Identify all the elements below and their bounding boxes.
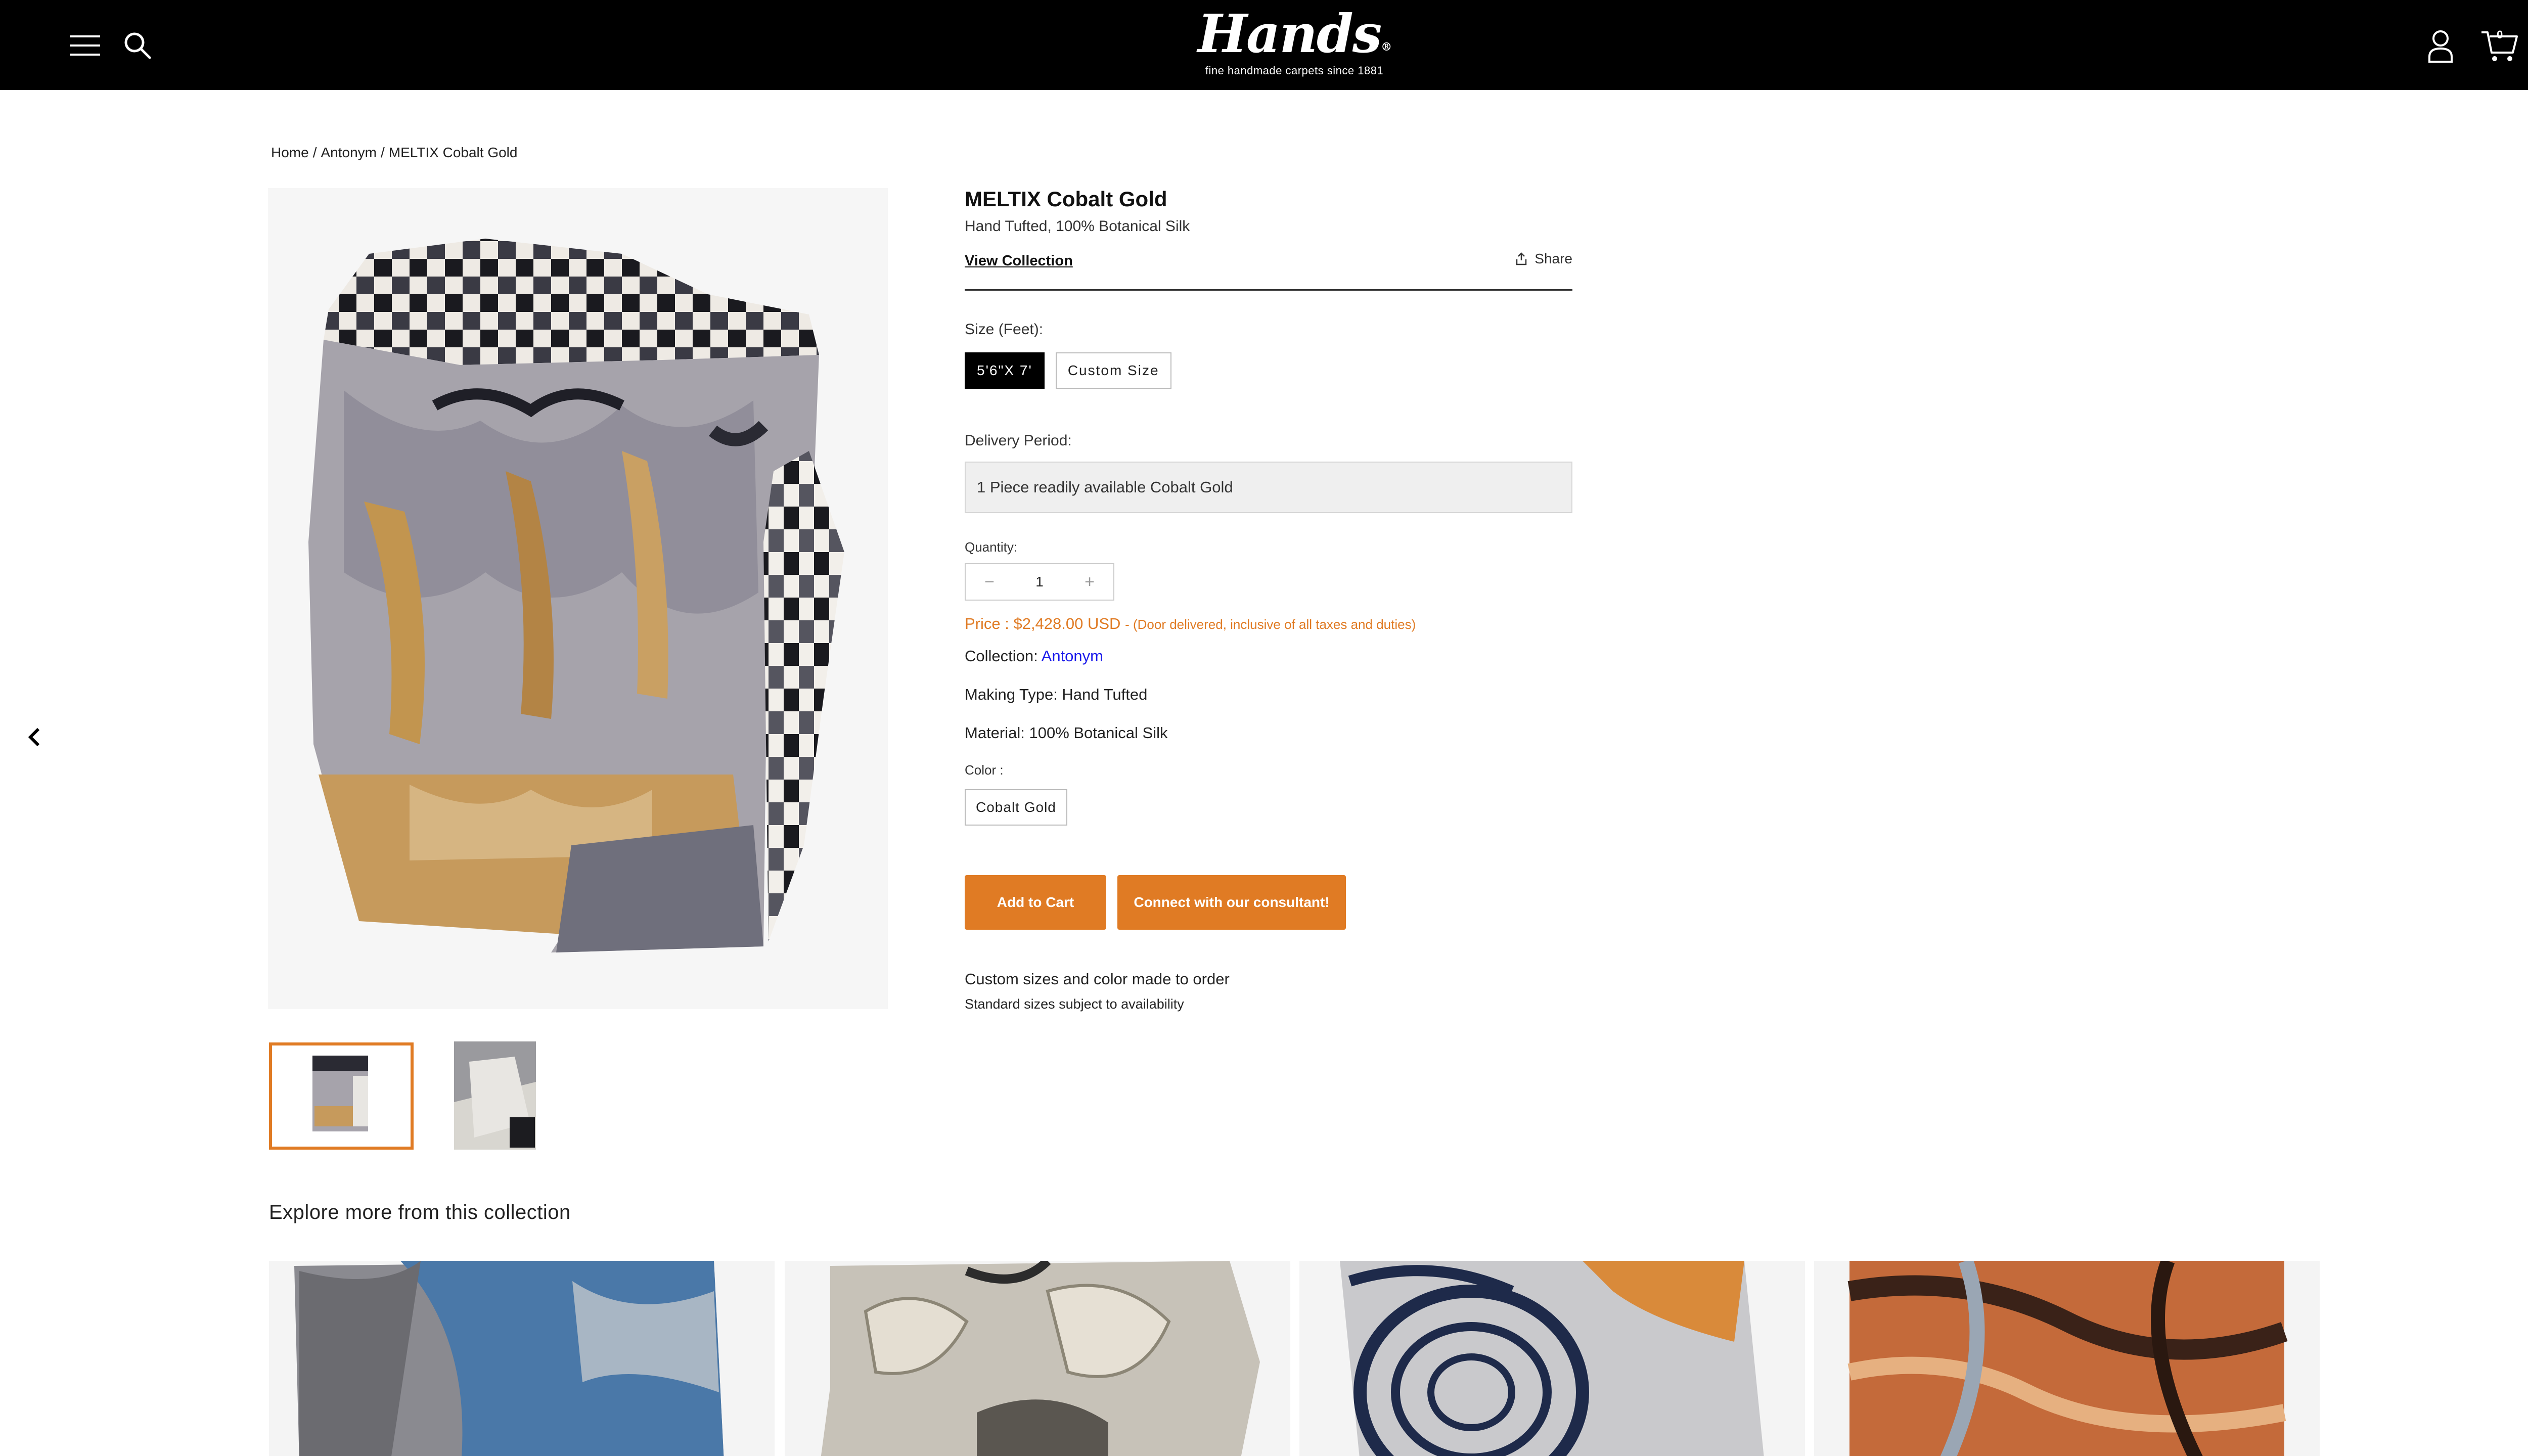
product-info: MELTIX Cobalt Gold Hand Tufted, 100% Bot… <box>965 185 1572 1012</box>
rug-image <box>1814 1261 2320 1456</box>
color-label: Color : <box>965 762 1004 778</box>
rug-image <box>1299 1261 1805 1456</box>
search-button[interactable] <box>117 25 158 66</box>
quantity-increase-button[interactable]: + <box>1066 564 1113 600</box>
collection-product-card[interactable] <box>269 1261 775 1456</box>
share-button[interactable]: Share <box>1515 251 1572 267</box>
registered-mark: ® <box>1381 40 1392 54</box>
collection-link[interactable]: Antonym <box>1042 647 1103 665</box>
delivery-period-select[interactable]: 1 Piece readily available Cobalt Gold <box>965 462 1572 513</box>
explore-heading: Explore more from this collection <box>269 1201 571 1223</box>
size-option-custom[interactable]: Custom Size <box>1055 352 1171 389</box>
site-header: Hands® fine handmade carpets since 1881 … <box>0 0 2528 90</box>
account-icon <box>2428 30 2453 63</box>
search-icon <box>124 32 151 59</box>
breadcrumb-separator: / <box>312 145 317 160</box>
cart-button[interactable]: 0 <box>2476 23 2522 69</box>
brand-tagline: fine handmade carpets since 1881 <box>1205 64 1384 77</box>
thumbnail-2[interactable] <box>454 1041 536 1150</box>
menu-button[interactable] <box>65 25 105 66</box>
share-icon <box>1516 252 1527 265</box>
thumbnail-1[interactable] <box>269 1042 414 1150</box>
quantity-label: Quantity: <box>965 539 1018 555</box>
price-note: - (Door delivered, inclusive of all taxe… <box>1125 617 1416 632</box>
quantity-input[interactable] <box>1013 564 1066 600</box>
collection-share-row: View Collection Share <box>965 247 1572 277</box>
making-type: Making Type: Hand Tufted <box>965 686 1148 703</box>
product-subtitle: Hand Tufted, 100% Botanical Silk <box>965 218 1190 235</box>
brand-name: Hands <box>1197 3 1382 65</box>
availability-note: Standard sizes subject to availability <box>965 996 1184 1012</box>
view-collection-link[interactable]: View Collection <box>965 253 1073 269</box>
size-option-standard[interactable]: 5'6"X 7' <box>965 352 1045 389</box>
rug-image <box>269 1261 775 1456</box>
rug-image <box>268 188 888 1009</box>
menu-icon <box>70 35 100 56</box>
collection-product-card[interactable] <box>785 1261 1290 1456</box>
breadcrumb: Home / Antonym / MELTIX Cobalt Gold <box>271 145 517 161</box>
add-to-cart-button[interactable]: Add to Cart <box>965 875 1106 930</box>
breadcrumb-home[interactable]: Home <box>271 145 309 160</box>
rug-image <box>785 1261 1290 1456</box>
collection-product-card[interactable] <box>1299 1261 1805 1456</box>
size-label: Size (Feet): <box>965 321 1044 338</box>
product-title: MELTIX Cobalt Gold <box>965 187 1167 211</box>
action-buttons: Add to Cart Connect with our consultant! <box>965 875 1572 930</box>
custom-order-note: Custom sizes and color made to order <box>965 970 1230 988</box>
quantity-decrease-button[interactable]: − <box>966 564 1013 600</box>
brand-logo[interactable]: Hands® fine handmade carpets since 1881 <box>1163 4 1426 85</box>
quantity-stepper: − + <box>965 563 1114 601</box>
share-label: Share <box>1534 251 1572 266</box>
color-option[interactable]: Cobalt Gold <box>965 789 1067 826</box>
collection-row: Collection: Antonym <box>965 647 1572 665</box>
size-options: 5'6"X 7' Custom Size <box>965 352 1572 389</box>
price: Price : $2,428.00 USD - (Door delivered,… <box>965 615 1572 633</box>
collection-product-card[interactable] <box>1814 1261 2320 1456</box>
breadcrumb-collection[interactable]: Antonym <box>321 145 377 160</box>
price-value: Price : $2,428.00 USD <box>965 615 1121 632</box>
thumbnail-room-image <box>454 1041 536 1150</box>
divider <box>965 289 1572 291</box>
main-product-image[interactable] <box>268 188 888 1009</box>
cart-count: 0 <box>2497 28 2503 41</box>
account-button[interactable] <box>2419 24 2462 68</box>
color-options: Cobalt Gold <box>965 789 1572 826</box>
chevron-left-icon <box>28 727 40 747</box>
thumbnail-rug-image <box>272 1045 411 1147</box>
previous-product-arrow[interactable] <box>19 722 50 752</box>
breadcrumb-separator: / <box>380 145 385 160</box>
connect-consultant-button[interactable]: Connect with our consultant! <box>1117 875 1346 930</box>
breadcrumb-current: MELTIX Cobalt Gold <box>388 145 518 160</box>
material: Material: 100% Botanical Silk <box>965 724 1168 742</box>
collection-label: Collection: <box>965 647 1038 665</box>
delivery-label: Delivery Period: <box>965 432 1072 449</box>
